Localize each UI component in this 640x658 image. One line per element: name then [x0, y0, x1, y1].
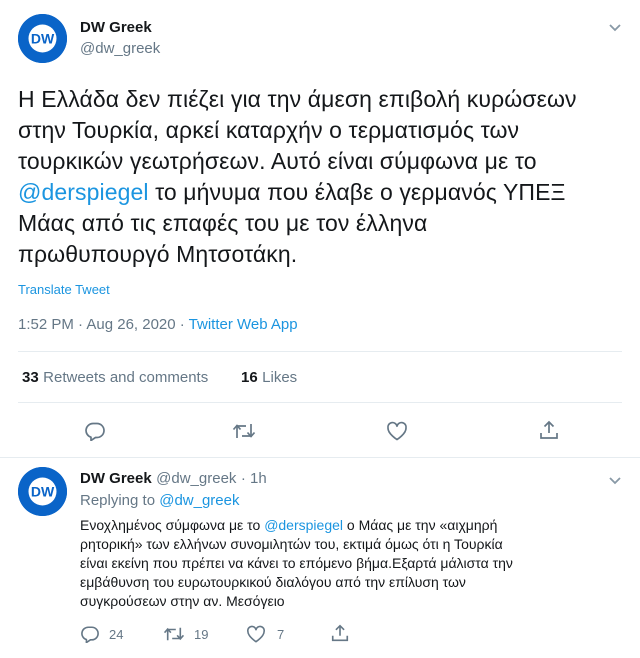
reply-like-count: 7 [277, 626, 285, 642]
retweet-icon [232, 424, 256, 438]
reply-button[interactable] [84, 421, 106, 441]
reply-icon [85, 422, 105, 441]
like-icon [247, 625, 265, 643]
author-handle[interactable]: @dw_greek [80, 40, 160, 57]
replying-to-row: Replying to @dw_greek [80, 492, 240, 509]
reply-like-button[interactable]: 7 [246, 625, 284, 643]
likes-stat[interactable]: 16 Likes [241, 369, 297, 387]
retweets-label: Retweets and comments [43, 369, 209, 386]
retweets-count: 33 [22, 369, 39, 386]
retweets-stat[interactable]: 33 Retweets and comments [22, 369, 208, 387]
likes-count: 16 [241, 369, 258, 386]
tweet-timestamp[interactable]: 1:52 PM · Aug 26, 2020 · [18, 316, 189, 333]
reply-share-button[interactable] [330, 623, 350, 648]
reply-author-name[interactable]: DW Greek [80, 470, 152, 487]
replying-to-prefix: Replying to [80, 492, 160, 509]
like-icon [387, 421, 407, 441]
mention-link[interactable]: @derspiegel [18, 179, 149, 205]
reply-text-line: είναι εκείνη που πρέπει να κάνει το επόμ… [80, 555, 513, 571]
tweet-text-line: στην Τουρκία, αρκεί καταρχήν ο τερματισμ… [18, 117, 520, 143]
tweet-text-line: πρωθυπουργό Μητσοτάκη. [18, 241, 298, 267]
divider [0, 457, 640, 458]
reply-text-line: ρητορική» των ελλήνων συνομιλητών του, ε… [80, 536, 503, 552]
reply-text-fragment: Ενοχλημένος σύμφωνα με το [80, 517, 265, 533]
reply-header: DW Greek @dw_greek · 1h [80, 470, 267, 488]
author-name[interactable]: DW Greek [80, 19, 152, 36]
tweet-menu-button[interactable] [608, 20, 622, 38]
tweet-text-fragment: το μήνυμα που έλαβε ο γερμανός ΥΠΕΞ [148, 179, 566, 205]
translate-tweet-link[interactable]: Translate Tweet [18, 282, 110, 297]
reply-retweet-count: 19 [194, 626, 209, 642]
like-button[interactable] [386, 421, 408, 441]
reply-author-handle[interactable]: @dw_greek [156, 470, 236, 487]
share-button[interactable] [538, 419, 560, 441]
share-icon [540, 420, 558, 439]
likes-label: Likes [262, 369, 298, 386]
svg-text:DW: DW [31, 484, 55, 500]
reply-text: Ενοχλημένος σύμφωνα με το @derspiegel ο … [80, 516, 630, 611]
tweet-timestamp-row: 1:52 PM · Aug 26, 2020 · Twitter Web App [18, 316, 298, 333]
tweet-text-line: Η Ελλάδα δεν πιέζει για την άμεση επιβολ… [18, 86, 577, 112]
tweet-text: Η Ελλάδα δεν πιέζει για την άμεση επιβολ… [18, 84, 628, 270]
tweet-text-line: Μάας από τις επαφές του με τον έλληνα [18, 210, 428, 236]
svg-text:DW: DW [31, 31, 55, 47]
chevron-down-icon [609, 24, 621, 32]
reply-menu-button[interactable] [608, 473, 622, 491]
reply-count: 24 [109, 626, 124, 642]
divider [18, 402, 622, 403]
reply-text-line: Ενοχλημένος σύμφωνα με το @derspiegel ο … [80, 516, 630, 535]
retweet-button[interactable] [232, 421, 256, 441]
reply-reply-button[interactable]: 24 [80, 625, 123, 643]
dw-logo-icon: DW [18, 14, 67, 63]
reply-text-line: συγκρούσεων στην αν. Μεσόγειο [80, 593, 285, 609]
reply-icon [81, 626, 99, 643]
reply-text-line: εμβάθυνση του ευρωτουρκικού διαλόγου από… [80, 574, 466, 590]
replying-to-link[interactable]: @dw_greek [159, 492, 239, 509]
share-icon [331, 624, 349, 642]
divider [18, 351, 622, 352]
reply-retweet-button[interactable]: 19 [163, 625, 208, 643]
reply-age[interactable]: · 1h [241, 470, 267, 487]
reply-text-fragment: ο Μάας με την «αιχμηρή [343, 517, 498, 533]
dw-logo-icon: DW [18, 467, 67, 516]
tweet-text-line: @derspiegel το μήνυμα που έλαβε ο γερμαν… [18, 177, 628, 208]
tweet-source-link[interactable]: Twitter Web App [189, 316, 298, 333]
retweet-icon [163, 627, 185, 641]
mention-link[interactable]: @derspiegel [264, 517, 343, 533]
author-avatar[interactable]: DW [18, 14, 67, 63]
chevron-down-icon [609, 477, 621, 485]
tweet-text-line: τουρκικών γεωτρήσεων. Αυτό είναι σύμφωνα… [18, 148, 537, 174]
reply-author-avatar[interactable]: DW [18, 467, 67, 516]
